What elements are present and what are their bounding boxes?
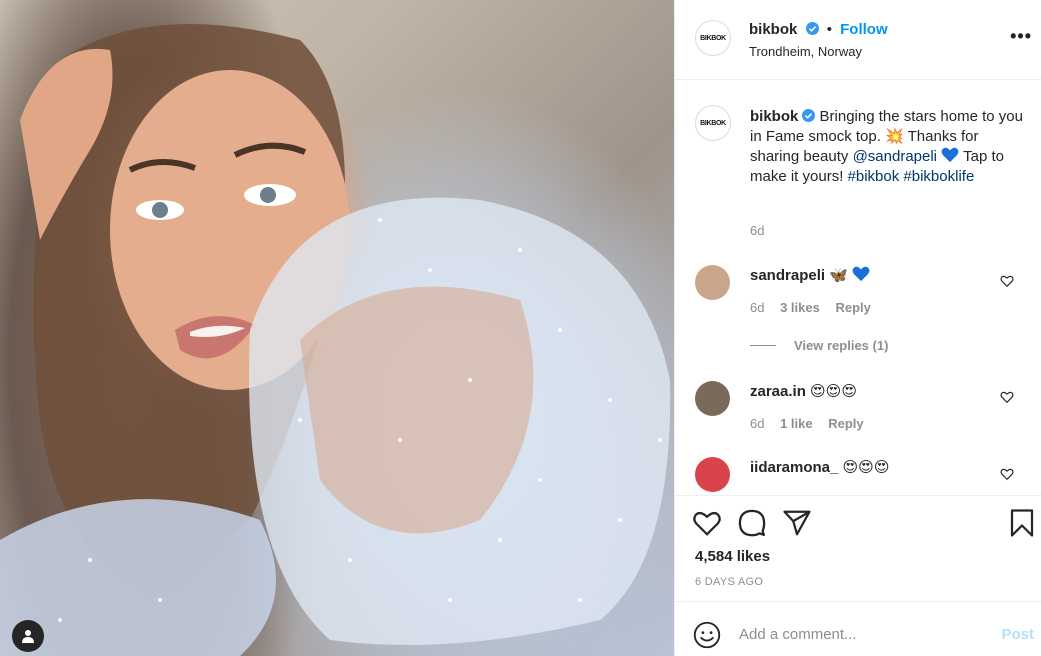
caption-text: bikbok Bringing the stars home to you in… bbox=[750, 107, 1030, 187]
comment-icon[interactable] bbox=[737, 508, 767, 538]
post-caption: BIKBOK bikbok Bringing the stars home to… bbox=[675, 80, 1041, 240]
photo-illustration bbox=[0, 24, 671, 656]
location-link[interactable]: Trondheim, Norway bbox=[749, 44, 862, 59]
commenter-avatar[interactable] bbox=[695, 265, 730, 300]
post-photo[interactable] bbox=[0, 0, 674, 656]
account-avatar[interactable]: BIKBOK bbox=[695, 20, 731, 56]
mention-link[interactable]: @sandrapeli bbox=[853, 148, 937, 165]
comment-text: 😍😍😍 bbox=[842, 459, 890, 476]
separator-dot: • bbox=[826, 21, 832, 38]
post-comment-button[interactable]: Post bbox=[1001, 626, 1034, 643]
comment-like-icon[interactable] bbox=[1000, 390, 1014, 404]
follow-button[interactable]: Follow bbox=[840, 21, 888, 38]
account-username[interactable]: bikbok bbox=[749, 21, 797, 38]
verified-badge-icon bbox=[805, 22, 819, 35]
reply-button[interactable]: Reply bbox=[828, 416, 863, 431]
likes-count[interactable]: 4,584 likes bbox=[695, 548, 770, 565]
user-silhouette-icon bbox=[22, 630, 34, 643]
more-options-icon[interactable]: ••• bbox=[1010, 27, 1032, 45]
comment-time: 6d bbox=[750, 300, 765, 315]
post-header: BIKBOK bikbok • Follow Trondheim, Norway… bbox=[675, 0, 1041, 80]
comment-username[interactable]: sandrapeli bbox=[750, 267, 825, 284]
comment-text: 🦋 bbox=[829, 267, 848, 284]
share-icon[interactable] bbox=[782, 508, 812, 538]
tagged-user-icon[interactable] bbox=[12, 620, 44, 652]
comment-item: iidaramona_ 😍😍😍 bbox=[675, 456, 1041, 494]
comment-username[interactable]: iidaramona_ bbox=[750, 459, 838, 476]
comment-likes[interactable]: 3 likes bbox=[780, 300, 820, 315]
reply-button[interactable]: Reply bbox=[835, 300, 870, 315]
emoji-picker-icon[interactable] bbox=[693, 621, 721, 649]
comment-username[interactable]: zaraa.in bbox=[750, 383, 806, 400]
caption-time: 6d bbox=[750, 223, 765, 238]
view-replies-label: View replies (1) bbox=[794, 338, 889, 353]
comment-time: 6d bbox=[750, 416, 765, 431]
comment-text: 😍😍😍 bbox=[810, 383, 857, 400]
caption-username[interactable]: bikbok bbox=[750, 108, 798, 125]
commenter-avatar[interactable] bbox=[695, 457, 730, 492]
comment-like-icon[interactable] bbox=[1000, 274, 1014, 288]
comment-likes[interactable]: 1 like bbox=[780, 416, 813, 431]
add-comment-bar: Post bbox=[675, 601, 1041, 656]
post-timestamp: 6 DAYS AGO bbox=[695, 576, 764, 588]
collision-emoji: 💥 bbox=[885, 128, 904, 145]
hashtag-bikbok[interactable]: #bikbok bbox=[848, 168, 900, 185]
post-side-panel: BIKBOK bikbok • Follow Trondheim, Norway… bbox=[674, 0, 1041, 656]
save-bookmark-icon[interactable] bbox=[1007, 508, 1037, 538]
action-bar: 4,584 likes 6 DAYS AGO bbox=[675, 495, 1041, 600]
verified-badge-icon bbox=[802, 109, 816, 122]
comment-like-icon[interactable] bbox=[1000, 467, 1014, 481]
view-replies-button[interactable]: View replies (1) bbox=[750, 338, 888, 353]
like-icon[interactable] bbox=[692, 508, 722, 538]
comment-input[interactable] bbox=[739, 622, 979, 646]
blue-heart-emoji-icon bbox=[941, 147, 959, 163]
blue-heart-emoji-icon bbox=[852, 266, 870, 282]
commenter-avatar[interactable] bbox=[695, 381, 730, 416]
replies-dash bbox=[750, 345, 776, 346]
caption-avatar[interactable]: BIKBOK bbox=[695, 105, 731, 141]
hashtag-bikboklife[interactable]: #bikboklife bbox=[903, 168, 974, 185]
